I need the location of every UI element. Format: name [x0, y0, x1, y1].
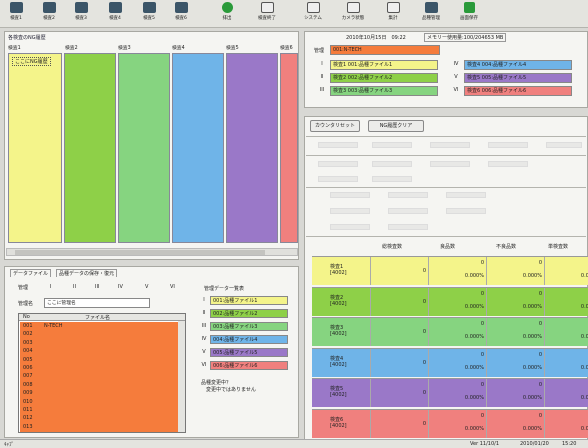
inspection-name: 検査6 [330, 416, 344, 423]
count-value: 0 [480, 382, 484, 388]
count-row-label: 検査6 [4002] [312, 409, 370, 438]
count-cell: 0 0.000% [486, 409, 544, 438]
inspection-name: 検査5 [330, 386, 344, 392]
count-row-label: 検査4 [4002] [312, 348, 370, 377]
inspection-code: [4002] [330, 422, 347, 429]
count-value: 0 [538, 351, 542, 358]
total-value: 0 [422, 390, 426, 396]
status-date: 2010/01/20 [520, 441, 549, 447]
count-cell: 00.000% [544, 379, 588, 407]
count-value: 0 [538, 260, 542, 266]
inspection-name: 検査1 [330, 264, 344, 270]
count-value: 0 [480, 321, 484, 327]
count-value: 0 [538, 321, 542, 327]
status-time: 15:20 [562, 441, 577, 447]
inspection-code: [4002] [330, 300, 347, 307]
total-value: 0 [422, 359, 426, 366]
count-percent: 0.000% [522, 364, 542, 371]
count-cell: 0 0.000% [428, 348, 486, 377]
count-row: 検査6[4002]000.000%00.000%00.000% [312, 408, 588, 438]
count-cell: 0 0.000% [428, 257, 486, 285]
total-value: 0 [422, 329, 426, 335]
count-row-label: 検査5 [4002] [312, 379, 370, 407]
count-cell: 0 0.000% [428, 379, 486, 407]
count-table: 検査1[4002]000.000%00.000%00.000%検査2[4002]… [0, 0, 588, 448]
inspection-code: [4002] [330, 361, 347, 368]
total-value: 0 [422, 298, 426, 305]
count-percent: 0.000% [580, 303, 588, 310]
count-cell: 0 0.000% [486, 348, 544, 377]
count-value: 0 [538, 382, 542, 388]
count-cell: 0 0.000% [486, 287, 544, 316]
count-percent: 0.000% [580, 273, 588, 279]
count-percent: 0.000% [522, 273, 542, 279]
count-row: 検査3[4002]000.000%00.000%00.000% [312, 317, 588, 346]
count-value: 0 [480, 290, 484, 297]
inspection-code: [4002] [330, 331, 347, 337]
count-percent: 0.000% [464, 334, 484, 340]
count-cell: 00.000% [544, 257, 588, 285]
total-count: 0 [370, 409, 428, 438]
total-value: 0 [422, 420, 426, 427]
count-percent: 0.000% [522, 395, 542, 401]
total-value: 0 [422, 268, 426, 274]
count-cell: 0 0.000% [428, 409, 486, 438]
count-percent: 0.000% [580, 334, 588, 340]
count-percent: 0.000% [464, 425, 484, 432]
status-bar: ｷｬﾌﾟ Ver 11/10/1 2010/01/20 15:20 [0, 439, 588, 448]
count-cell: 00.000% [544, 318, 588, 346]
count-value: 0 [480, 260, 484, 266]
count-cell: 00.000% [544, 348, 588, 377]
count-cell: 0 0.000% [486, 318, 544, 346]
count-percent: 0.000% [464, 273, 484, 279]
count-value: 0 [480, 351, 484, 358]
inspection-code: [4002] [330, 270, 347, 276]
count-percent: 0.000% [522, 334, 542, 340]
status-version: Ver 11/10/1 [470, 441, 500, 447]
count-cell: 0 0.000% [486, 257, 544, 285]
count-percent: 0.000% [464, 395, 484, 401]
count-cell: 0 0.000% [486, 379, 544, 407]
count-cell: 00.000% [544, 409, 588, 438]
count-cell: 0 0.000% [428, 287, 486, 316]
inspection-name: 検査2 [330, 294, 344, 301]
status-left: ｷｬﾌﾟ [4, 442, 15, 448]
total-count: 0 [370, 318, 428, 346]
count-row: 検査2[4002]000.000%00.000%00.000% [312, 286, 588, 316]
count-cell: 00.000% [544, 287, 588, 316]
count-row: 検査1[4002]000.000%00.000%00.000% [312, 256, 588, 285]
inspection-code: [4002] [330, 392, 347, 398]
total-count: 0 [370, 287, 428, 316]
count-percent: 0.000% [522, 425, 542, 432]
count-cell: 0 0.000% [428, 318, 486, 346]
count-row: 検査5[4002]000.000%00.000%00.000% [312, 378, 588, 407]
count-percent: 0.000% [522, 303, 542, 310]
count-row-label: 検査2 [4002] [312, 287, 370, 316]
count-percent: 0.000% [464, 364, 484, 371]
total-count: 0 [370, 348, 428, 377]
count-value: 0 [538, 412, 542, 419]
count-percent: 0.000% [580, 425, 588, 432]
total-count: 0 [370, 257, 428, 285]
count-value: 0 [538, 290, 542, 297]
count-percent: 0.000% [580, 364, 588, 371]
total-count: 0 [370, 379, 428, 407]
count-row-label: 検査3 [4002] [312, 318, 370, 346]
inspection-name: 検査4 [330, 355, 344, 362]
count-row-label: 検査1 [4002] [312, 257, 370, 285]
count-percent: 0.000% [580, 395, 588, 401]
count-row: 検査4[4002]000.000%00.000%00.000% [312, 347, 588, 377]
count-percent: 0.000% [464, 303, 484, 310]
inspection-name: 検査3 [330, 325, 344, 331]
count-value: 0 [480, 412, 484, 419]
